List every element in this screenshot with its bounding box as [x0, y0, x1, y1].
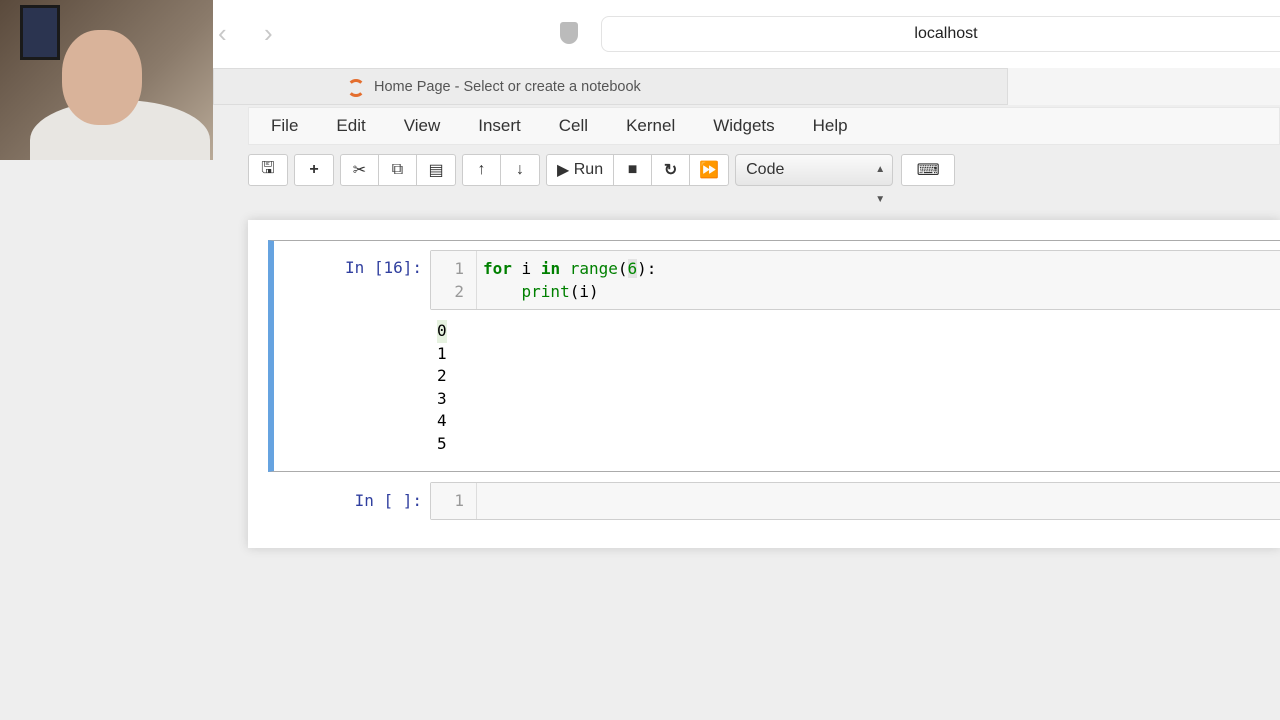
cell-prompt: In [16]:	[344, 258, 422, 277]
forward-button[interactable]: ›	[264, 18, 273, 49]
paste-icon: ▤	[428, 162, 444, 179]
output-line: 0	[437, 320, 447, 343]
output-line: 3	[437, 388, 447, 408]
punct: (	[617, 259, 628, 278]
keyword: in	[540, 259, 561, 278]
menu-view[interactable]: View	[404, 116, 441, 136]
play-icon: ▶	[557, 162, 574, 179]
number: 6	[627, 259, 638, 278]
line-gutter: 1	[431, 483, 477, 519]
save-icon: 🖫	[261, 159, 275, 177]
jupyter-logo-icon	[347, 79, 365, 97]
output-line: 1	[437, 343, 447, 363]
line-gutter: 1 2	[431, 251, 477, 309]
code-editor[interactable]: 1 2 for i in range(6): print(i)	[430, 250, 1280, 310]
browser-tab[interactable]: Home Page - Select or create a notebook	[213, 68, 1008, 105]
punct: ):	[637, 259, 657, 278]
cell-type-value: Code	[746, 161, 785, 178]
tab-title: Home Page - Select or create a notebook	[374, 79, 641, 95]
cell-prompt: In [ ]:	[354, 491, 422, 510]
builtin: range	[560, 259, 618, 278]
line-number: 1	[454, 491, 464, 510]
builtin: print	[483, 282, 570, 301]
menu-file[interactable]: File	[271, 116, 298, 136]
args: (i)	[569, 282, 599, 301]
line-number: 1	[454, 259, 464, 278]
line-number: 2	[454, 282, 464, 301]
address-bar[interactable]: localhost	[601, 16, 1280, 52]
paste-button[interactable]: ▤	[417, 155, 455, 185]
variable: i	[511, 259, 541, 278]
menu-cell[interactable]: Cell	[559, 116, 588, 136]
move-down-button[interactable]: ↓	[501, 155, 539, 185]
restart-icon: ↻	[663, 162, 678, 179]
output-line: 5	[437, 433, 447, 453]
command-palette-button[interactable]: ⌨	[902, 155, 954, 185]
insert-cell-button[interactable]: +	[295, 155, 333, 185]
copy-button[interactable]: ⧉	[379, 155, 417, 185]
fast-forward-icon: ⏩	[699, 162, 720, 179]
cell-output: 0 1 2 3 4 5	[437, 320, 447, 456]
webcam-overlay	[0, 0, 213, 160]
output-line: 2	[437, 366, 447, 386]
code-line: for i in range(6):	[483, 259, 656, 278]
run-button[interactable]: ▶ Run	[547, 155, 615, 185]
scissors-icon: ✂	[352, 162, 367, 179]
shield-icon[interactable]	[560, 22, 578, 44]
restart-button[interactable]: ↻	[652, 155, 691, 185]
menu-widgets[interactable]: Widgets	[713, 116, 774, 136]
cell-type-select[interactable]: Code ▲ ▼	[735, 154, 894, 205]
back-button[interactable]: ‹	[218, 18, 227, 49]
menu-help[interactable]: Help	[813, 116, 848, 136]
save-button[interactable]: 🖫	[249, 155, 287, 185]
interrupt-button[interactable]: ■	[614, 155, 653, 185]
notebook-toolbar: 🖫 + ✂ ⧉ ▤ ↑ ↓ ▶ Run ■ ↻ ⏩ Code ▲ ▼ ⌨	[248, 154, 956, 205]
keyword: for	[483, 259, 512, 278]
wall-art	[20, 5, 60, 60]
person-head	[62, 30, 142, 125]
arrow-down-icon: ↓	[516, 161, 524, 178]
select-arrows-icon: ▲ ▼	[875, 164, 886, 205]
run-label: Run	[573, 161, 604, 178]
restart-run-all-button[interactable]: ⏩	[690, 155, 728, 185]
arrow-up-icon: ↑	[477, 161, 486, 178]
output-line: 4	[437, 411, 447, 431]
menu-kernel[interactable]: Kernel	[626, 116, 675, 136]
keyboard-icon: ⌨	[916, 162, 940, 179]
copy-icon: ⧉	[391, 161, 404, 178]
stop-icon: ■	[627, 161, 638, 178]
cut-button[interactable]: ✂	[341, 155, 379, 185]
code-editor-empty[interactable]: 1	[430, 482, 1280, 520]
move-up-button[interactable]: ↑	[463, 155, 501, 185]
plus-icon: +	[309, 161, 319, 178]
menu-insert[interactable]: Insert	[478, 116, 521, 136]
menubar: File Edit View Insert Cell Kernel Widget…	[248, 107, 1280, 145]
menu-edit[interactable]: Edit	[336, 116, 365, 136]
code-line: print(i)	[483, 282, 599, 301]
